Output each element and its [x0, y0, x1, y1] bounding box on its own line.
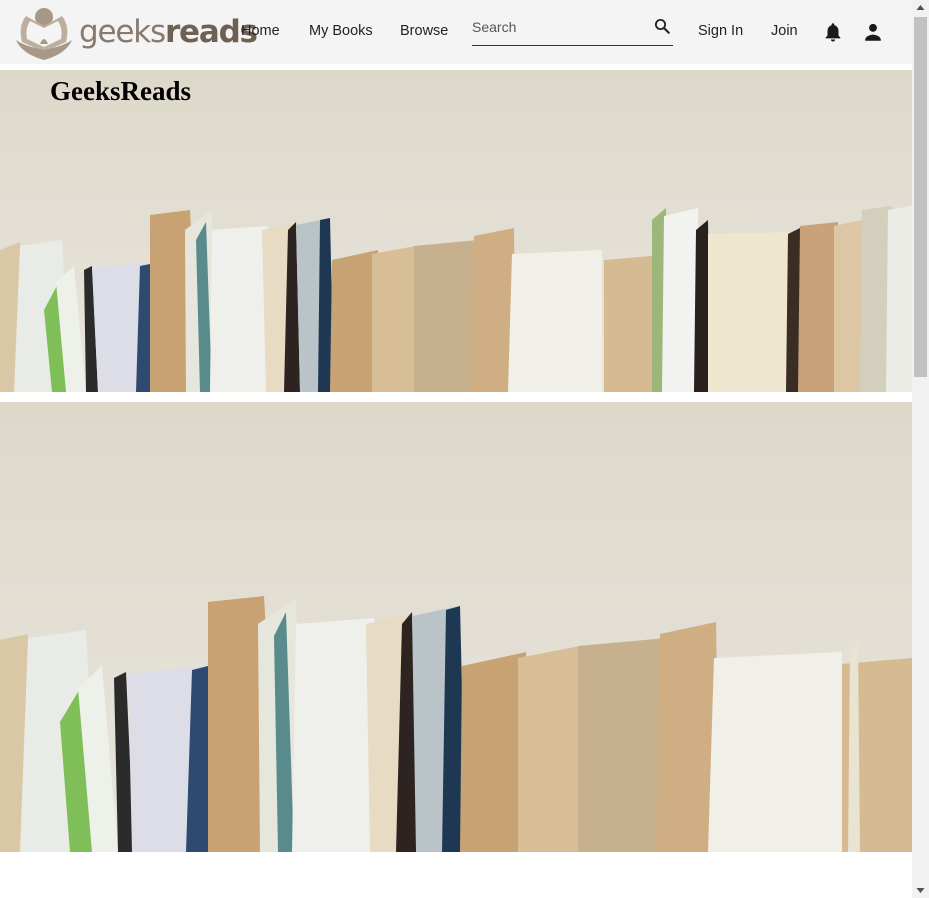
page: geeksreads Home My Books Browse Sign In … — [0, 0, 929, 898]
nav-my-books[interactable]: My Books — [309, 20, 373, 42]
vertical-scrollbar[interactable] — [912, 0, 929, 898]
hero-banner-bottom — [0, 402, 912, 852]
bell-icon[interactable] — [822, 21, 844, 43]
nav-join[interactable]: Join — [771, 20, 798, 42]
person-icon[interactable] — [862, 21, 884, 43]
nav-sign-in[interactable]: Sign In — [698, 20, 743, 42]
hero-banner-top — [0, 70, 912, 392]
bookshelf-image — [0, 70, 912, 392]
top-navbar: geeksreads Home My Books Browse Sign In … — [0, 0, 912, 64]
site-logo[interactable]: geeksreads — [14, 4, 258, 62]
search-icon[interactable] — [653, 17, 671, 35]
bookshelf-image-large — [0, 402, 912, 852]
page-title: GeeksReads — [50, 76, 191, 106]
search-input[interactable] — [472, 16, 642, 38]
nav-home[interactable]: Home — [241, 20, 280, 42]
scroll-down-arrow-icon[interactable] — [912, 881, 929, 898]
scrollbar-thumb[interactable] — [914, 17, 927, 377]
scroll-up-arrow-icon[interactable] — [912, 0, 929, 17]
book-reader-logo-icon — [16, 8, 72, 60]
logo-text-light: geeks — [79, 14, 166, 50]
logo-wordmark: geeksreads — [79, 10, 258, 54]
nav-browse[interactable]: Browse — [400, 20, 448, 42]
search-bar — [472, 14, 673, 46]
